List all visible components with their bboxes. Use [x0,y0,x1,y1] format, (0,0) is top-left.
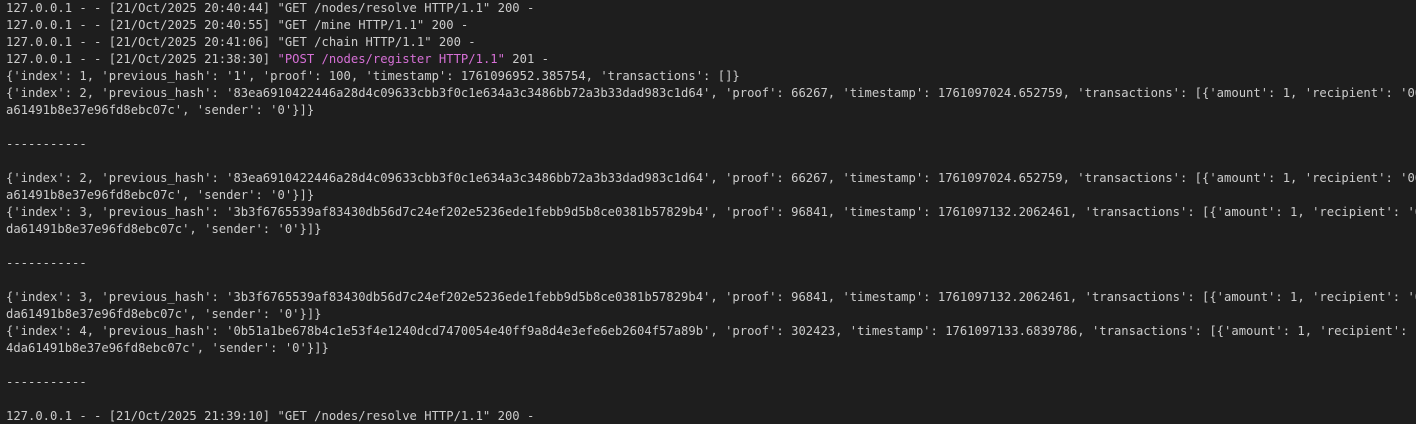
log-line: {'index': 4, 'previous_hash': '0b51a1be6… [6,324,1416,338]
log-line: 127.0.0.1 - - [21/Oct/2025 20:41:06] "GE… [6,35,476,49]
log-line: {'index': 2, 'previous_hash': '83ea69104… [6,86,1416,100]
log-line: {'index': 2, 'previous_hash': '83ea69104… [6,171,1416,185]
log-line: 4da61491b8e37e96fd8ebc07c', 'sender': '0… [6,341,329,355]
post-request-highlight: "POST /nodes/register HTTP/1.1" [277,52,505,66]
log-line: 127.0.0.1 - - [21/Oct/2025 20:40:55] "GE… [6,18,469,32]
separator-line: ----------- [6,256,87,270]
log-suffix: 201 - [504,52,549,66]
log-line: {'index': 3, 'previous_hash': '3b3f67655… [6,290,1416,304]
log-line: da61491b8e37e96fd8ebc07c', 'sender': '0'… [6,222,322,236]
log-line: a61491b8e37e96fd8ebc07c', 'sender': '0'}… [6,103,315,117]
separator-line: ----------- [6,375,87,389]
log-line: {'index': 1, 'previous_hash': '1', 'proo… [6,69,740,83]
log-line: a61491b8e37e96fd8ebc07c', 'sender': '0'}… [6,188,315,202]
log-line: 127.0.0.1 - - [21/Oct/2025 21:39:10] "GE… [6,409,535,423]
log-prefix: 127.0.0.1 - - [21/Oct/2025 21:38:30] [6,52,278,66]
log-line: 127.0.0.1 - - [21/Oct/2025 20:40:44] "GE… [6,1,535,15]
log-line: {'index': 3, 'previous_hash': '3b3f67655… [6,205,1416,219]
terminal-output[interactable]: 127.0.0.1 - - [21/Oct/2025 20:40:44] "GE… [0,0,1416,424]
log-line-post: 127.0.0.1 - - [21/Oct/2025 21:38:30] "PO… [6,51,1416,68]
separator-line: ----------- [6,137,87,151]
log-line: da61491b8e37e96fd8ebc07c', 'sender': '0'… [6,307,322,321]
